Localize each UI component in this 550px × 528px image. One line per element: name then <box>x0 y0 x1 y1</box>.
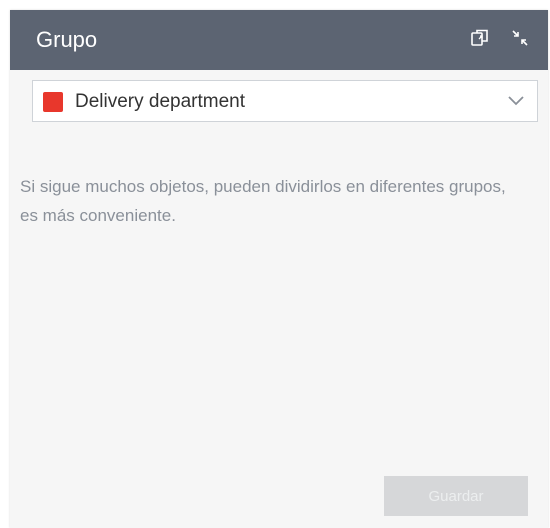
group-select[interactable]: Delivery department <box>32 80 538 122</box>
group-select-value: Delivery department <box>75 91 246 112</box>
panel-title: Grupo <box>36 27 98 52</box>
group-color-swatch <box>43 92 63 112</box>
copy-icon[interactable] <box>470 28 490 48</box>
group-panel: Grupo Delivery department Si sigue mucho… <box>10 10 548 528</box>
save-button[interactable]: Guardar <box>384 476 528 516</box>
group-description: Si sigue muchos objetos, pueden dividirl… <box>20 177 506 225</box>
panel-header: Grupo <box>10 10 548 70</box>
chevron-down-icon[interactable] <box>507 94 525 108</box>
collapse-arrows-icon[interactable] <box>510 28 530 48</box>
